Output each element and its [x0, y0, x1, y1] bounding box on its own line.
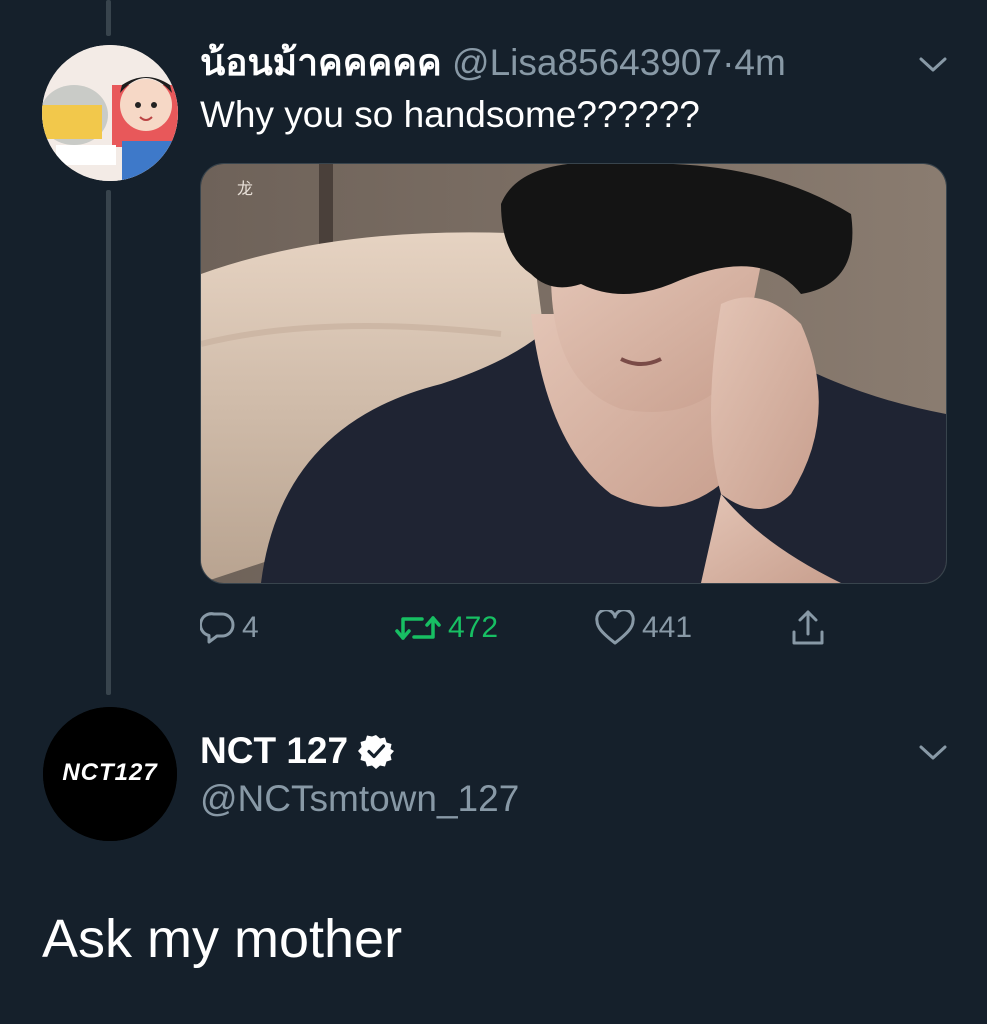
reply-timestamp[interactable]: 4m [734, 42, 785, 83]
share-button[interactable] [788, 606, 828, 650]
reply-handle[interactable]: @Lisa85643907 [452, 42, 722, 83]
thread-connector [106, 190, 111, 695]
thread-connector-top [106, 0, 111, 36]
main-display-name[interactable]: NCT 127 [200, 728, 348, 774]
reply-button[interactable]: 4 [200, 606, 259, 650]
tweet-action-bar: 4 472 441 [200, 606, 860, 650]
reply-count: 4 [242, 611, 259, 644]
reply-icon [200, 612, 235, 644]
reply-author-avatar[interactable] [42, 45, 178, 181]
chevron-down-icon[interactable] [918, 744, 948, 762]
avatar-logo-text: NCT127 [62, 759, 158, 786]
chevron-down-icon[interactable] [918, 56, 948, 74]
reply-tweet-header: น้อนม้าคคคคค @Lisa85643907·4m [200, 40, 786, 86]
avatar-illustration [42, 45, 178, 181]
reply-tweet-text: Why you so handsome?????? [200, 94, 700, 135]
share-icon [792, 610, 824, 645]
separator-dot: · [722, 42, 735, 83]
verified-badge-icon [358, 735, 395, 769]
tweet-photo[interactable]: 龙 [200, 163, 947, 584]
main-tweet-text: Ask my mother [42, 909, 403, 969]
heart-icon [595, 610, 635, 645]
retweet-button[interactable]: 472 [394, 606, 498, 650]
main-handle[interactable]: @NCTsmtown_127 [200, 776, 519, 822]
reply-display-name[interactable]: น้อนม้าคคคคค [200, 42, 442, 83]
photo-illustration: 龙 [201, 164, 946, 583]
like-count: 441 [642, 611, 693, 644]
main-tweet-author: NCT 127 [200, 728, 395, 774]
nct127-logo: NCT127 [43, 707, 177, 841]
tweet-thread-view: น้อนม้าคคคคค @Lisa85643907·4m Why you so… [0, 0, 987, 1024]
nct127-avatar[interactable]: NCT127 [43, 707, 177, 841]
retweet-count: 472 [448, 611, 499, 644]
retweet-icon [395, 616, 441, 640]
like-button[interactable]: 441 [594, 606, 692, 650]
photo-watermark: 龙 [237, 179, 253, 198]
